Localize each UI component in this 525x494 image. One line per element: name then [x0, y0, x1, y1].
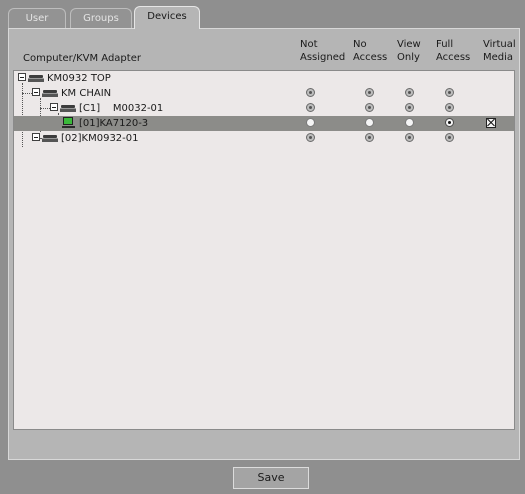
collapse-icon[interactable] — [18, 73, 26, 81]
computer-icon — [62, 117, 75, 129]
column-header-view-only: View Only — [397, 38, 421, 64]
tree-row[interactable]: KM0932 TOP — [14, 71, 514, 86]
tree-row[interactable]: [C1] M0032-01 — [14, 101, 514, 116]
not-assigned-radio[interactable] — [306, 103, 315, 112]
device-label: [01]KA7120-3 — [79, 118, 149, 129]
column-header-view-only-line2: Only — [397, 52, 420, 63]
column-header-not-assigned-line1: Not — [300, 39, 318, 50]
collapse-icon[interactable] — [32, 88, 40, 96]
full-access-radio[interactable] — [445, 133, 454, 142]
device-label: KM CHAIN — [61, 88, 112, 99]
collapse-icon[interactable] — [50, 103, 58, 111]
device-label: [C1] M0032-01 — [79, 103, 164, 114]
device-label: KM0932 TOP — [47, 73, 111, 84]
no-access-radio[interactable] — [365, 88, 374, 97]
tree-row[interactable]: [02]KM0932-01 — [14, 131, 514, 146]
not-assigned-radio[interactable] — [306, 118, 315, 127]
device-label: [02]KM0932-01 — [61, 133, 139, 144]
view-only-radio[interactable] — [405, 103, 414, 112]
column-header-virtual-media: Virtual Media — [483, 38, 516, 64]
no-access-radio[interactable] — [365, 133, 374, 142]
full-access-radio[interactable] — [445, 88, 454, 97]
not-assigned-radio[interactable] — [306, 133, 315, 142]
tree-row[interactable]: KM CHAIN — [14, 86, 514, 101]
column-header-no-access-line1: No — [353, 39, 367, 50]
tab-bar: User Groups Devices — [8, 6, 520, 30]
virtual-media-checkbox[interactable] — [486, 118, 496, 128]
kvm-switch-icon — [42, 135, 58, 142]
column-header-full-access-line2: Access — [436, 52, 471, 63]
column-header-device: Computer/KVM Adapter — [23, 53, 141, 64]
column-header-no-access: No Access — [353, 38, 387, 64]
column-header-not-assigned: Not Assigned — [300, 38, 345, 64]
tree-row-selected[interactable]: [01]KA7120-3 — [14, 116, 514, 131]
tab-user[interactable]: User — [8, 8, 66, 28]
no-access-radio[interactable] — [365, 118, 374, 127]
kvm-switch-icon — [28, 75, 44, 82]
kvm-switch-icon — [42, 90, 58, 97]
full-access-radio[interactable] — [445, 103, 454, 112]
view-only-radio[interactable] — [405, 133, 414, 142]
view-only-radio[interactable] — [405, 118, 414, 127]
column-header-no-access-line2: Access — [353, 52, 388, 63]
kvm-switch-icon — [60, 105, 76, 112]
not-assigned-radio[interactable] — [306, 88, 315, 97]
no-access-radio[interactable] — [365, 103, 374, 112]
device-tree-list[interactable]: KM0932 TOP KM CHAIN [C1] M0032-01 [01]KA… — [13, 70, 515, 430]
collapse-icon[interactable] — [32, 133, 40, 141]
column-header-not-assigned-line2: Assigned — [300, 52, 346, 63]
view-only-radio[interactable] — [405, 88, 414, 97]
tab-groups[interactable]: Groups — [70, 8, 132, 28]
tab-devices[interactable]: Devices — [134, 6, 200, 29]
save-button[interactable]: Save — [233, 467, 309, 489]
column-header-full-access: Full Access — [436, 38, 470, 64]
column-header-virtual-media-line1: Virtual — [483, 39, 516, 50]
column-header-full-access-line1: Full — [436, 39, 454, 50]
full-access-radio[interactable] — [445, 118, 454, 127]
column-header-virtual-media-line2: Media — [483, 52, 514, 63]
column-header-view-only-line1: View — [397, 39, 421, 50]
